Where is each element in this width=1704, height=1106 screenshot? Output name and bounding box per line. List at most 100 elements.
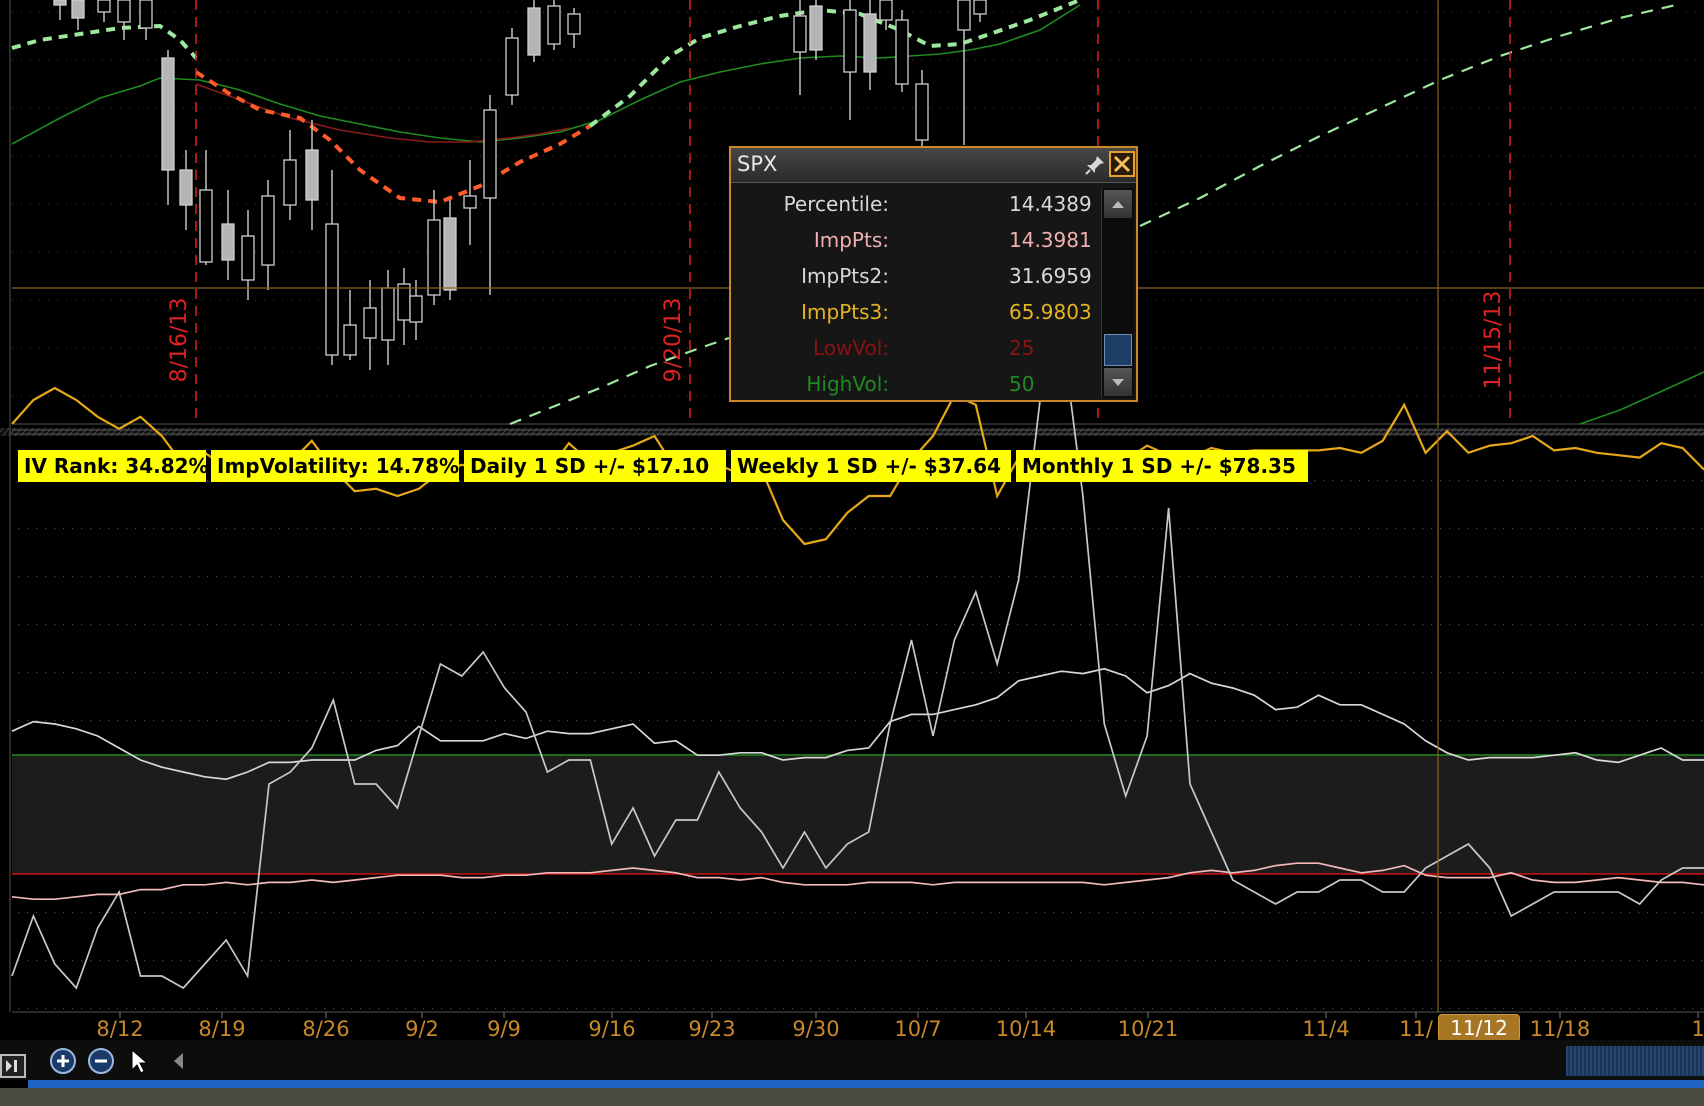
x-tick-label: 9/23 xyxy=(688,1017,735,1041)
scroll-up-button[interactable] xyxy=(1104,190,1132,218)
candle-body xyxy=(973,0,987,15)
scroll-left-icon[interactable] xyxy=(164,1046,194,1076)
dot-grid xyxy=(12,480,1704,1010)
candle-body xyxy=(117,0,131,23)
candle-body xyxy=(957,0,971,31)
candle-body xyxy=(325,223,339,356)
popup-row-value: 14.3981 xyxy=(1009,228,1092,252)
toolbar-accent-line xyxy=(28,1080,1704,1088)
popup-row: ImpPts2: 31.6959 xyxy=(731,258,1101,294)
popup-row: HighVol: 50 xyxy=(731,366,1101,402)
popup-row-value: 31.6959 xyxy=(1009,264,1092,288)
current-date-marker: 11/12 xyxy=(1438,1014,1520,1042)
zoom-out-icon[interactable] xyxy=(86,1046,116,1076)
popup-row-label: ImpPts2: xyxy=(801,264,889,288)
candle-body xyxy=(547,5,561,45)
candle-body xyxy=(241,235,255,281)
candle-body xyxy=(483,109,497,199)
popup-row-label: LowVol: xyxy=(812,336,889,360)
scroll-thumb[interactable] xyxy=(1104,334,1132,366)
candle-body xyxy=(463,195,477,209)
candle-body xyxy=(221,223,235,261)
bottom-toolbar xyxy=(0,1040,1704,1080)
candle-body xyxy=(261,195,275,266)
popup-row: ImpPts: 14.3981 xyxy=(731,222,1101,258)
window-bottom-strip xyxy=(0,1088,1704,1106)
candle-body xyxy=(863,13,877,73)
popup-row: Percentile: 14.4389 xyxy=(731,186,1101,222)
scroll-down-button[interactable] xyxy=(1104,368,1132,396)
x-tick-label: 1 xyxy=(1691,1017,1704,1041)
candle-body xyxy=(53,0,67,6)
popup-row: ImpPts3: 65.9803 xyxy=(731,294,1101,330)
candle-body xyxy=(71,0,85,19)
popup-row-value: 50 xyxy=(1009,372,1035,396)
x-tick-label: 11/4 xyxy=(1302,1017,1349,1041)
pointer-icon[interactable] xyxy=(124,1046,154,1076)
popup-row-label: HighVol: xyxy=(806,372,889,396)
x-tick-label: 9/9 xyxy=(487,1017,521,1041)
imp-volatility-badge: ImpVolatility: 14.78% xyxy=(211,450,459,482)
candle-body xyxy=(397,283,411,321)
candle-body xyxy=(161,57,175,171)
x-tick-label: 11/18 xyxy=(1530,1017,1591,1041)
x-tick-label: 8/12 xyxy=(96,1017,143,1041)
popup-title: SPX xyxy=(737,152,778,176)
x-tick-label: 10/7 xyxy=(894,1017,941,1041)
candle-body xyxy=(505,37,519,96)
candle-body xyxy=(409,295,423,323)
candle-body xyxy=(381,287,395,341)
x-tick-label: 8/19 xyxy=(198,1017,245,1041)
arrow-up-icon xyxy=(1112,201,1124,208)
popup-row-label: ImpPts3: xyxy=(801,300,889,324)
iv-rank-badge: IV Rank: 34.82% xyxy=(18,450,209,482)
x-tick-label: 9/16 xyxy=(588,1017,635,1041)
x-tick-label: 11/ xyxy=(1399,1017,1434,1041)
candle-body xyxy=(283,159,297,206)
candle-body xyxy=(427,219,441,296)
x-tick-label: 10/14 xyxy=(996,1017,1057,1041)
candle-body xyxy=(915,83,929,141)
data-popup[interactable]: SPX Percentile: 14.4389 ImpPts: 14.3981 ImpP… xyxy=(729,146,1138,402)
candle-body xyxy=(895,19,909,85)
candle-body xyxy=(567,13,581,35)
candle-body xyxy=(199,189,213,263)
pin-icon[interactable] xyxy=(1083,153,1107,177)
expiration-label: 8/16/13 xyxy=(167,298,192,383)
monthly-sd-badge: Monthly 1 SD +/- $78.35 xyxy=(1016,450,1308,482)
daily-sd-badge: Daily 1 SD +/- $17.10 xyxy=(464,450,726,482)
candle-body xyxy=(793,15,807,53)
popup-scrollbar[interactable] xyxy=(1101,188,1134,398)
candle-body xyxy=(809,5,823,51)
x-tick-label: 8/26 xyxy=(302,1017,349,1041)
popup-row-label: ImpPts: xyxy=(813,228,889,252)
popup-row-value: 25 xyxy=(1009,336,1035,360)
candle-body xyxy=(443,217,457,291)
close-button[interactable] xyxy=(1109,151,1135,177)
expiration-label: 9/20/13 xyxy=(661,298,686,383)
expiration-label: 11/15/13 xyxy=(1481,291,1506,390)
candle-body xyxy=(179,169,193,206)
candle-body xyxy=(97,0,111,13)
popup-row-label: Percentile: xyxy=(783,192,889,216)
candle-body xyxy=(363,307,377,339)
close-icon xyxy=(1113,155,1131,173)
candle-body xyxy=(843,9,857,73)
candle-body xyxy=(139,0,153,29)
arrow-down-icon xyxy=(1112,379,1124,386)
popup-header[interactable]: SPX xyxy=(731,148,1136,183)
horizontal-scrollbar[interactable] xyxy=(1566,1046,1704,1076)
popup-row: LowVol: 25 xyxy=(731,330,1101,366)
popup-row-value: 14.4389 xyxy=(1009,192,1092,216)
zoom-in-icon[interactable] xyxy=(48,1046,78,1076)
popup-row-value: 65.9803 xyxy=(1009,300,1092,324)
candle-body xyxy=(527,7,541,56)
x-tick-label: 9/30 xyxy=(792,1017,839,1041)
candle-body xyxy=(305,149,319,201)
candle-body xyxy=(879,0,893,21)
x-tick-label: 10/21 xyxy=(1118,1017,1179,1041)
x-tick-label: 9/2 xyxy=(405,1017,439,1041)
candle-body xyxy=(343,324,357,356)
weekly-sd-badge: Weekly 1 SD +/- $37.64 xyxy=(731,450,1011,482)
panel-toggle-icon[interactable] xyxy=(0,1054,28,1078)
